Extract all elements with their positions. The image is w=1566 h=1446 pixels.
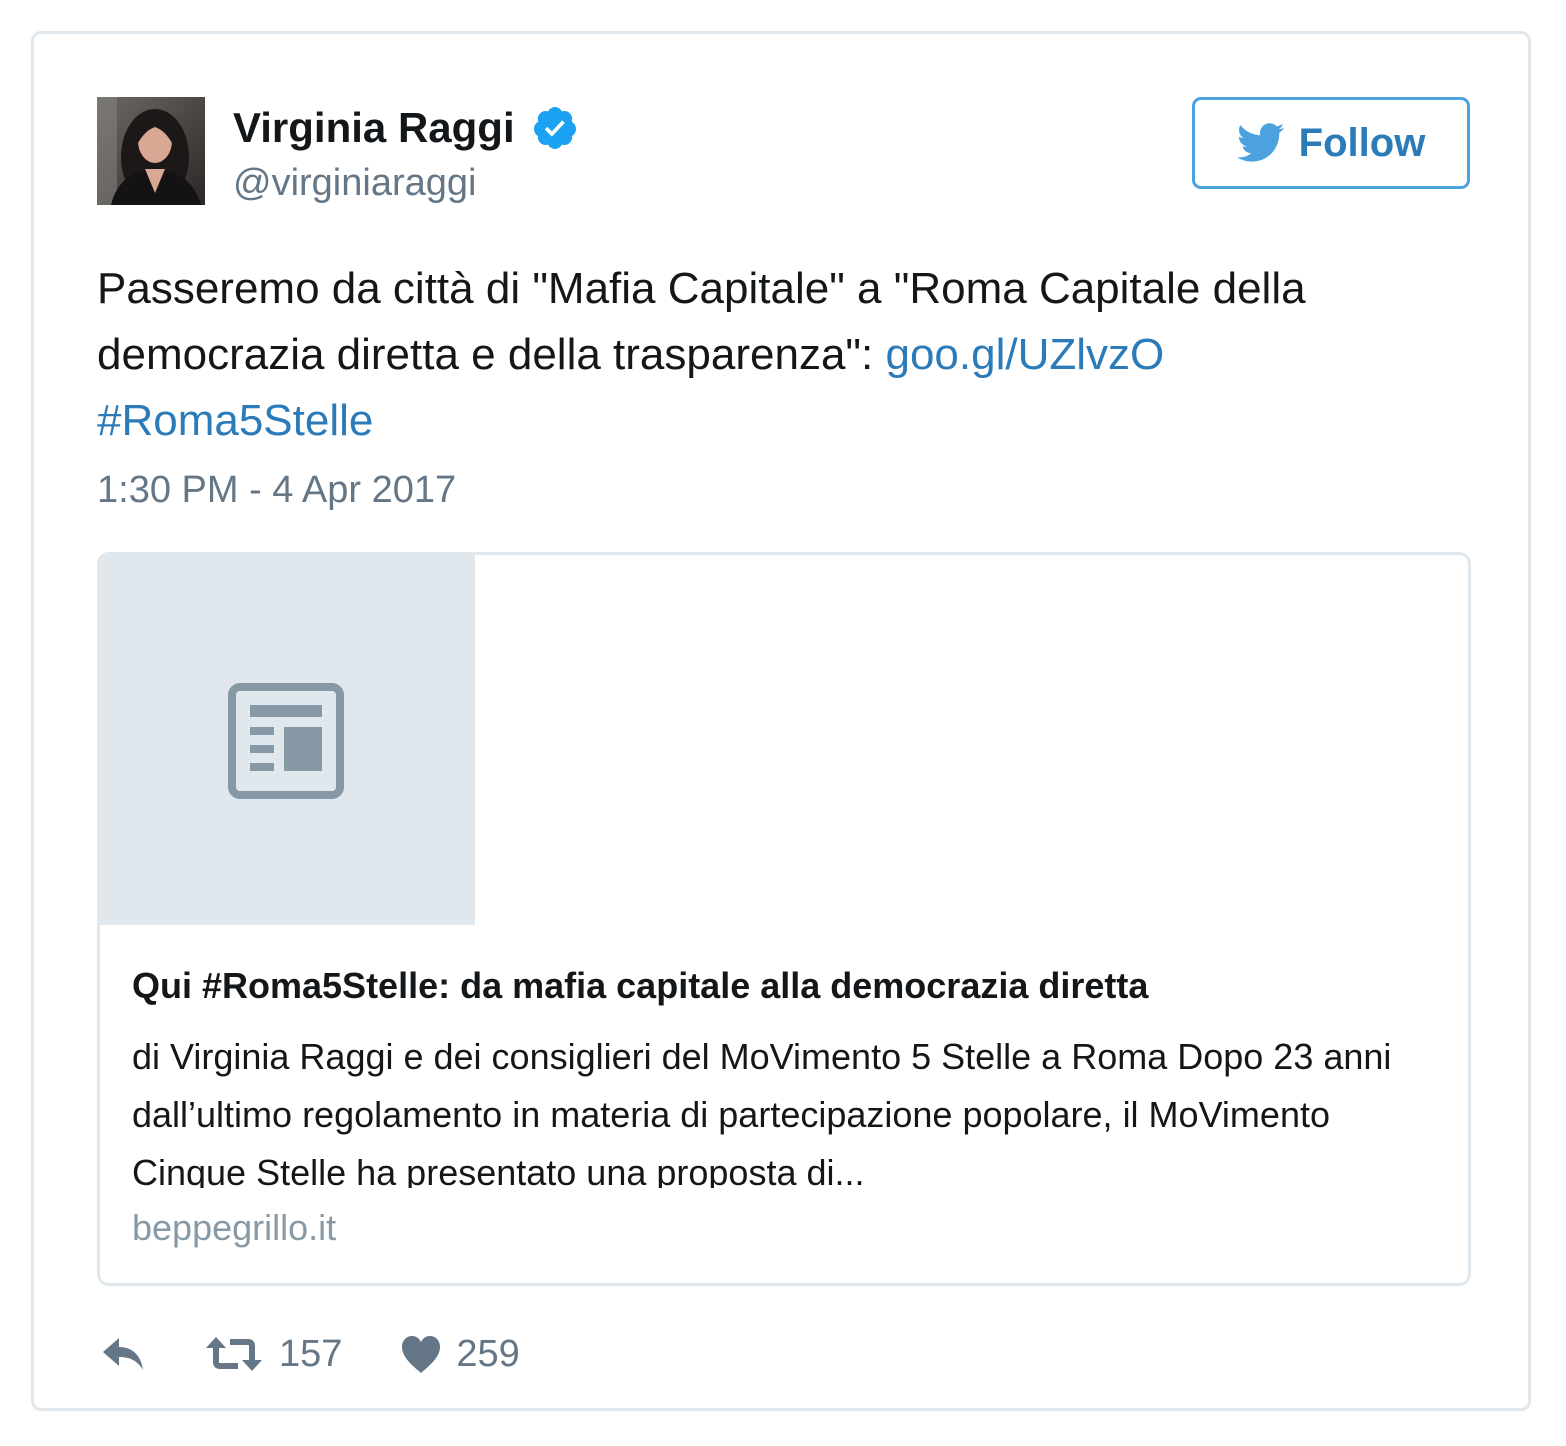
- heart-icon: [402, 1336, 441, 1373]
- like-button[interactable]: 259: [400, 1332, 520, 1376]
- twitter-bird-icon: [1236, 123, 1284, 162]
- reply-button[interactable]: [101, 1336, 147, 1372]
- retweet-button[interactable]: 157: [205, 1333, 342, 1376]
- retweet-count: 157: [279, 1332, 343, 1375]
- link-card[interactable]: Qui #Roma5Stelle: da mafia capitale alla…: [97, 552, 1471, 1286]
- tweet-hashtag[interactable]: #Roma5Stelle: [97, 396, 373, 445]
- follow-label: Follow: [1298, 120, 1426, 165]
- card-description: di Virginia Raggi e dei consiglieri del …: [132, 1036, 1392, 1188]
- like-count: 259: [456, 1332, 520, 1375]
- tweet-link[interactable]: goo.gl/UZlvzO: [885, 330, 1164, 379]
- author-name[interactable]: Virginia Raggi: [233, 104, 579, 152]
- verified-badge-icon: [533, 107, 576, 149]
- reply-icon: [103, 1338, 143, 1370]
- tweet-text: Passeremo da città di "Mafia Capitale" a…: [97, 256, 1477, 454]
- author-name-text[interactable]: Virginia Raggi: [233, 104, 515, 152]
- card-title: Qui #Roma5Stelle: da mafia capitale alla…: [132, 965, 1149, 1006]
- follow-button[interactable]: Follow: [1192, 97, 1470, 189]
- article-icon: [228, 683, 344, 799]
- card-domain: beppegrillo.it: [132, 1207, 337, 1248]
- author-handle[interactable]: @virginiaraggi: [233, 162, 476, 205]
- avatar[interactable]: [97, 97, 205, 205]
- embedded-tweet: Virginia Raggi @virginiaraggi Follow Pas…: [31, 31, 1531, 1411]
- retweet-icon: [206, 1337, 262, 1371]
- tweet-timestamp[interactable]: 1:30 PM - 4 Apr 2017: [97, 469, 456, 512]
- tweet-actions: 157 259: [97, 1329, 520, 1379]
- card-thumbnail: [100, 555, 475, 925]
